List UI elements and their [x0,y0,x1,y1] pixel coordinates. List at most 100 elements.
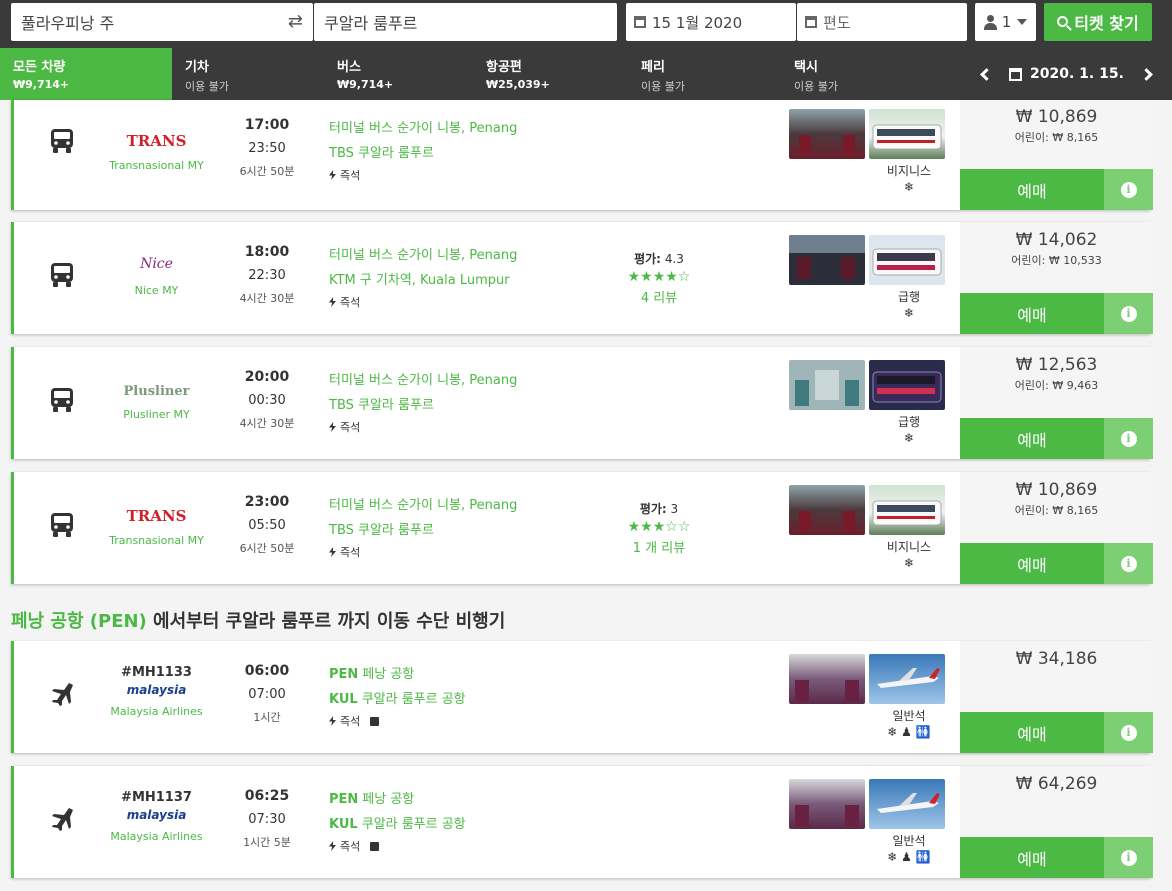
seat-class: 비지니스 [886,540,932,554]
book-button[interactable]: 예매 [960,837,1104,878]
operator: #MH1133 malaysia Malaysia Airlines [104,641,209,718]
arrival-airport[interactable]: KUL 쿠알라 룸푸르 공항 [329,688,659,713]
departure-station[interactable]: 터미널 버스 순가이 니봉, Penang [329,369,659,394]
vehicle-photos[interactable] [789,485,949,535]
passenger-select[interactable]: 1 [975,3,1036,41]
section-origin: 페낭 공항 (PEN) [11,611,147,632]
interior-photo [789,235,865,285]
price: ₩ 10,869 [1015,480,1098,500]
seat-class: 급행 [897,290,921,304]
route: PEN 페낭 공항 KUL 쿠알라 룸푸르 공항 즉석 [329,663,659,729]
cabin-photo [789,654,865,704]
route: PEN 페낭 공항 KUL 쿠알라 룸푸르 공항 즉석 [329,788,659,854]
info-button[interactable]: i [1104,543,1153,584]
swap-icon[interactable]: ⇄ [288,11,303,32]
exterior-photo [869,235,945,285]
star-rating-icon: ★★★☆☆ [627,519,691,535]
review-count[interactable]: 4 리뷰 [609,287,709,306]
book-button[interactable]: 예매 [960,169,1104,210]
review-count[interactable]: 1 개 리뷰 [609,537,709,556]
chevron-left-icon[interactable] [980,67,993,81]
book-button[interactable]: 예매 [960,712,1104,753]
destination-value: 쿠알라 룸푸르 [324,14,418,33]
result-card[interactable]: #MH1137 malaysia Malaysia Airlines 06:25… [11,766,1153,878]
info-icon: i [1120,849,1137,866]
tab-label: 모든 차량 [13,60,66,75]
chevron-right-icon[interactable] [1140,67,1153,81]
bolt-icon [329,716,336,726]
return-date-input[interactable]: 편도 [797,3,967,41]
operator-logo: TRANS [126,507,187,525]
seat-class: 일반석 [892,709,926,723]
book-button[interactable]: 예매 [960,418,1104,459]
seat-class: 비지니스 [886,164,932,178]
operator-name: Plusliner MY [123,408,190,421]
tab-train[interactable]: 기차 이용 불가 [172,48,324,100]
origin-value: 풀라우피낭 주 [21,14,115,33]
current-date[interactable]: 2020. 1. 15. [1030,66,1124,82]
caret-down-icon [1017,19,1028,25]
arrival-airport[interactable]: KUL 쿠알라 룸푸르 공항 [329,813,659,838]
price-panel: ₩ 10,869 어린이: ₩ 8,165 예매 i [960,100,1153,210]
date-navigator: 2020. 1. 15. [972,48,1161,100]
bolt-icon [329,170,336,180]
result-card[interactable]: #MH1133 malaysia Malaysia Airlines 06:00… [11,641,1153,753]
operator: TRANS Transnasional MY [104,472,209,547]
flights-section-title: 페낭 공항 (PEN) 에서부터 쿠알라 룸푸르 까지 이동 수단 비행기 [11,607,505,633]
departure-airport[interactable]: PEN 페낭 공항 [329,663,659,688]
vehicle-photos[interactable] [789,235,949,285]
snowflake-icon: ❄ [903,180,915,194]
arrival-station[interactable]: TBS 쿠알라 룸푸르 [329,394,659,419]
airplane-icon [49,806,75,832]
cabin-photo [789,779,865,829]
bus-icon [49,387,75,413]
tab-label: 택시 [794,60,818,75]
result-card[interactable]: TRANS Transnasional MY 17:00 23:50 6시간 5… [11,100,1153,210]
tab-flight[interactable]: 항공편 ₩25,039+ [473,48,625,100]
child-price: 어린이: ₩ 8,165 [1014,131,1099,144]
tab-taxi[interactable]: 택시 이용 불가 [781,48,933,100]
result-card[interactable]: Plusliner Plusliner MY 20:00 00:30 4시간 3… [11,347,1153,459]
info-button[interactable]: i [1104,712,1153,753]
info-button[interactable]: i [1104,837,1153,878]
rating-line: 평가: 3 [639,502,679,516]
arrival-time: 22:30 [248,268,286,283]
info-button[interactable]: i [1104,169,1153,210]
times: 18:00 22:30 4시간 30분 [229,244,305,306]
result-card[interactable]: TRANS Transnasional MY 23:00 05:50 6시간 5… [11,472,1153,584]
book-button[interactable]: 예매 [960,293,1104,334]
info-icon: i [1120,305,1137,322]
child-price: 어린이: ₩ 8,165 [1014,504,1099,517]
origin-input[interactable]: 풀라우피낭 주 ⇄ [11,3,313,41]
tab-bus[interactable]: 버스 ₩9,714+ [324,48,476,100]
search-button[interactable]: 티켓 찾기 [1044,3,1152,41]
tab-all[interactable]: 모든 차량 ₩9,714+ [0,48,172,100]
book-button[interactable]: 예매 [960,543,1104,584]
info-button[interactable]: i [1104,418,1153,459]
seat-class: 일반석 [892,834,926,848]
search-bar: 풀라우피낭 주 ⇄ 쿠알라 룸푸르 15 1월 2020 편도 1 티켓 찾기 [0,0,1172,48]
departure-airport[interactable]: PEN 페낭 공항 [329,788,659,813]
vehicle-photos[interactable] [789,109,949,159]
destination-input[interactable]: 쿠알라 룸푸르 [314,3,617,41]
amenities-icons: ❄ ♟ 🚻 [887,725,931,739]
calendar-icon [1009,67,1022,81]
child-price: 어린이: ₩ 9,463 [1014,379,1099,392]
seat-class: 급행 [897,415,921,429]
rating: 평가: 4.3 ★★★★☆ 4 리뷰 [609,250,709,306]
info-button[interactable]: i [1104,293,1153,334]
vehicle-photos[interactable] [789,360,949,410]
times: 20:00 00:30 4시간 30분 [229,369,305,431]
aircraft-photos[interactable] [789,779,949,829]
tab-ferry[interactable]: 페리 이용 불가 [628,48,780,100]
departure-date-input[interactable]: 15 1월 2020 [626,3,796,41]
rating-line: 평가: 4.3 [634,252,684,266]
search-button-label: 티켓 찾기 [1074,14,1139,33]
duration: 1시간 [253,711,281,724]
arrival-station[interactable]: TBS 쿠알라 룸푸르 [329,142,659,167]
departure-station[interactable]: 터미널 버스 순가이 니봉, Penang [329,117,659,142]
result-card[interactable]: Nice Nice MY 18:00 22:30 4시간 30분 터미널 버스 … [11,222,1153,334]
arrival-time: 23:50 [248,141,286,156]
aircraft-photos[interactable] [789,654,949,704]
instant-booking: 즉석 [329,715,380,728]
